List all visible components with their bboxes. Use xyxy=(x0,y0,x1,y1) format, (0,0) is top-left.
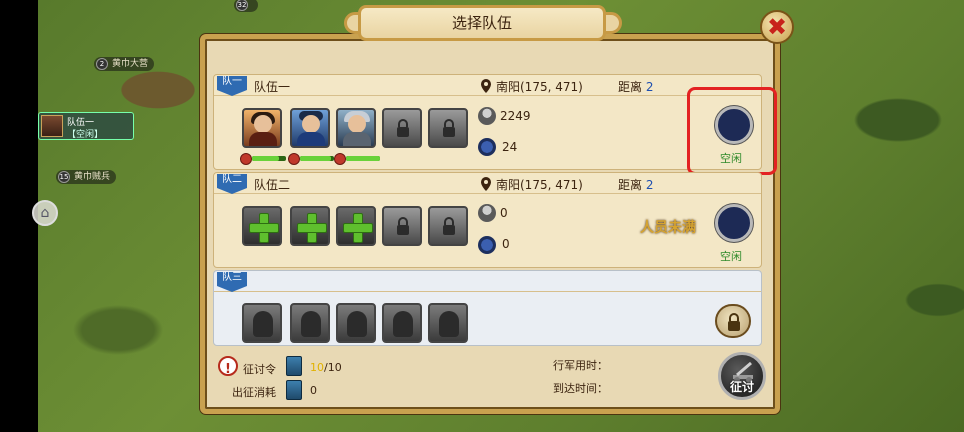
campaign-order-max: /10 xyxy=(324,361,342,374)
unlock-team-button[interactable] xyxy=(715,304,751,338)
map-label-text: 黄巾贼兵 xyxy=(74,172,111,182)
level-badge: 2 xyxy=(96,58,108,70)
add-hero-slot-1[interactable] xyxy=(242,206,282,246)
hp-bar-1 xyxy=(252,156,286,161)
team-food-1: 24 xyxy=(502,140,518,154)
empty-hero-slot-2 xyxy=(290,303,330,343)
distance-label: 距离 xyxy=(618,80,643,94)
side-menu-button[interactable]: ⌂ xyxy=(32,200,58,226)
location-pin-icon xyxy=(481,79,491,93)
food-icon xyxy=(478,236,496,254)
understaffed-label: 人员未满 xyxy=(640,220,696,236)
row-divider xyxy=(214,193,761,194)
row-divider xyxy=(214,95,761,96)
empty-hero-slot-4 xyxy=(382,303,422,343)
level-badge: 15 xyxy=(58,171,70,183)
locked-slot-5[interactable] xyxy=(428,206,468,246)
plus-icon xyxy=(249,213,279,243)
team-tag-2: 队二 xyxy=(217,174,247,194)
team-status-2: 空闲 xyxy=(720,250,742,263)
march-time-label: 行军用时： xyxy=(553,359,608,372)
attack-label: 征讨 xyxy=(729,380,754,394)
food-icon xyxy=(478,138,496,156)
hp-bar-2 xyxy=(300,156,334,161)
map-label-yellow-turban-soldiers[interactable]: 15 黄巾贼兵 xyxy=(56,170,117,184)
home-icon: ⌂ xyxy=(40,205,50,221)
team-food-2: 0 xyxy=(502,237,510,251)
lock-icon xyxy=(443,217,455,235)
locked-slot-5[interactable] xyxy=(428,108,468,148)
hero-hp-bars xyxy=(240,153,380,165)
map-team-chip[interactable]: 队伍一 【空闲】 xyxy=(38,112,134,140)
team-tag-1: 队一 xyxy=(217,76,247,96)
highlight-frame xyxy=(687,87,777,175)
close-button[interactable]: ✖ xyxy=(760,10,794,44)
hero-slot-3[interactable] xyxy=(336,108,376,148)
avatar xyxy=(41,115,63,137)
lock-icon xyxy=(728,313,740,331)
campaign-order-label: 征讨令 xyxy=(243,363,276,376)
location-pin-icon xyxy=(481,177,491,191)
attack-button[interactable]: 征讨 xyxy=(718,352,766,400)
add-hero-slot-3[interactable] xyxy=(336,206,376,246)
lock-icon xyxy=(397,217,409,235)
team-location-2: 南阳(175, 471) xyxy=(496,178,583,192)
troops-icon xyxy=(478,107,496,125)
hp-icon xyxy=(288,153,300,165)
plus-icon xyxy=(297,213,327,243)
team-name-1: 队伍一 xyxy=(254,80,291,94)
hero-slot-2[interactable] xyxy=(290,108,330,148)
hero-slot-1[interactable] xyxy=(242,108,282,148)
lock-icon xyxy=(397,119,409,137)
plus-icon xyxy=(343,213,373,243)
lock-icon xyxy=(443,119,455,137)
team-tag-3: 队三 xyxy=(217,272,247,292)
locked-slot-4[interactable] xyxy=(382,206,422,246)
team-distance-1: 距离 2 xyxy=(618,78,653,95)
arrival-time-label: 到达时间： xyxy=(553,382,608,395)
empty-hero-slot-5 xyxy=(428,303,468,343)
map-label-yellow-turban-camp[interactable]: 2 黄巾大营 xyxy=(94,57,155,71)
expedition-cost-label: 出征消耗 xyxy=(232,386,276,399)
team-distance-2: 距离 2 xyxy=(618,176,653,193)
level-badge: 32 xyxy=(236,0,248,11)
distance-label: 距离 xyxy=(618,178,643,192)
expedition-cost-value: 0 xyxy=(310,384,317,397)
expedition-cost-icon xyxy=(286,380,302,400)
distance-value: 2 xyxy=(645,178,654,192)
close-icon: ✖ xyxy=(766,13,788,41)
team-chip-status: 【空闲】 xyxy=(67,130,104,140)
empty-hero-slot-1 xyxy=(242,303,282,343)
locked-slot-4[interactable] xyxy=(382,108,422,148)
team-status-button-2[interactable] xyxy=(715,204,753,242)
team-troops-1: 2249 xyxy=(500,109,531,123)
warning-icon[interactable]: ! xyxy=(218,356,238,377)
campaign-order-icon xyxy=(286,356,302,376)
dialog-title-bar: 选择队伍 xyxy=(358,5,606,41)
hp-icon xyxy=(334,153,346,165)
game-screen: 2 黄巾大营 15 黄巾贼兵 32 队伍一 【空闲】 ⌂ 选择队伍 ✖ 队一 队… xyxy=(0,0,964,432)
team-location-1: 南阳(175, 471) xyxy=(496,80,583,94)
dialog-title: 选择队伍 xyxy=(451,14,512,32)
troops-icon xyxy=(478,204,496,222)
hp-icon xyxy=(240,153,252,165)
team-troops-2: 0 xyxy=(500,206,508,220)
distance-value: 2 xyxy=(645,80,654,94)
campaign-order-count: 10/10 xyxy=(310,361,342,374)
empty-hero-slot-3 xyxy=(336,303,376,343)
hp-bar-3 xyxy=(346,156,380,161)
add-hero-slot-2[interactable] xyxy=(290,206,330,246)
campaign-order-current: 10 xyxy=(310,361,324,374)
team-name-2: 队伍二 xyxy=(254,178,291,192)
row-divider xyxy=(214,291,761,292)
map-label-text: 黄巾大营 xyxy=(112,59,149,69)
map-label-top[interactable]: 32 xyxy=(234,0,258,12)
